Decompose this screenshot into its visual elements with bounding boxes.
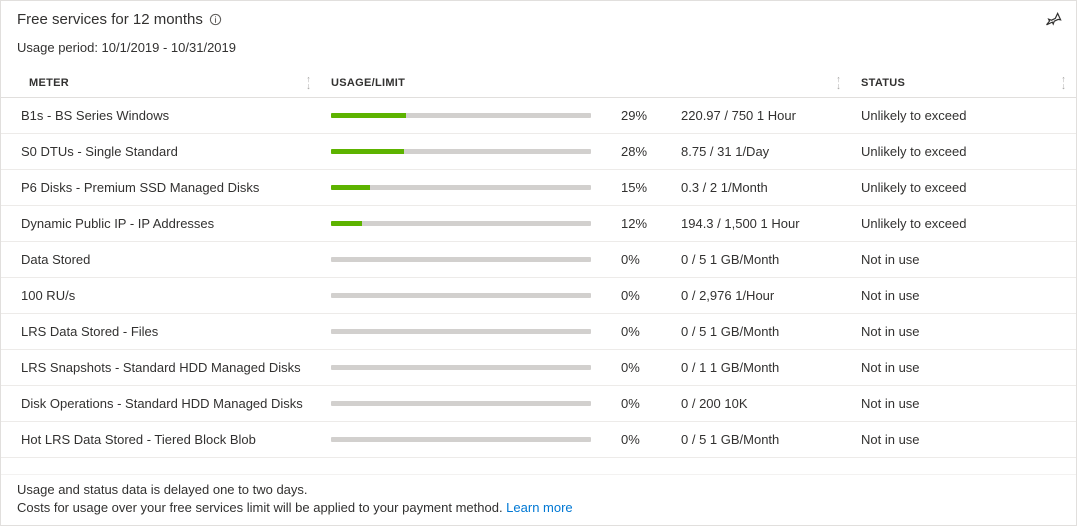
table-row: S0 DTUs - Single Standard 28%8.75 / 31 1/… <box>1 134 1076 170</box>
info-icon[interactable] <box>209 13 222 26</box>
progress-bar <box>331 221 591 226</box>
status-cell: Not in use <box>851 242 1076 278</box>
table-scroll-area[interactable]: Meter ↑↓ Usage/Limit ↑↓ Status ↑↓ B1s - … <box>1 69 1076 474</box>
meter-cell: LRS Snapshots - Standard HDD Managed Dis… <box>1 350 321 386</box>
progress-fill <box>331 149 404 154</box>
progress-bar <box>331 149 591 154</box>
column-header-status[interactable]: Status ↑↓ <box>851 69 1076 98</box>
meter-cell: LRS Data Stored - Files <box>1 314 321 350</box>
usage-cell: 0 / 1 1 GB/Month <box>671 350 851 386</box>
meter-cell: Data Stored <box>1 242 321 278</box>
usage-period: Usage period: 10/1/2019 - 10/31/2019 <box>17 40 1060 55</box>
footer-line1: Usage and status data is delayed one to … <box>17 481 1060 499</box>
table-row: Data Stored 0%0 / 5 1 GB/MonthNot in use <box>1 242 1076 278</box>
table-row: 100 RU/s 0%0 / 2,976 1/HourNot in use <box>1 278 1076 314</box>
progress-bar <box>331 257 591 262</box>
pin-icon[interactable] <box>1046 11 1062 27</box>
percent-cell: 0% <box>611 422 671 458</box>
column-label: Usage/Limit <box>331 77 405 89</box>
progress-cell <box>321 350 611 386</box>
panel-header: Free services for 12 months Usage period… <box>1 1 1076 59</box>
meter-cell: 100 RU/s <box>1 278 321 314</box>
column-label: Status <box>861 77 905 89</box>
progress-fill <box>331 185 370 190</box>
usage-cell: 194.3 / 1,500 1 Hour <box>671 206 851 242</box>
progress-bar <box>331 329 591 334</box>
learn-more-link[interactable]: Learn more <box>506 500 572 515</box>
progress-bar <box>331 401 591 406</box>
status-cell: Not in use <box>851 386 1076 422</box>
status-cell: Not in use <box>851 314 1076 350</box>
table-row: P6 Disks - Premium SSD Managed Disks 15%0… <box>1 170 1076 206</box>
progress-cell <box>321 206 611 242</box>
usage-cell: 8.75 / 31 1/Day <box>671 134 851 170</box>
column-label: Meter <box>29 77 69 89</box>
progress-bar <box>331 113 591 118</box>
progress-cell <box>321 170 611 206</box>
progress-cell <box>321 422 611 458</box>
progress-fill <box>331 221 362 226</box>
sort-icon: ↑↓ <box>306 76 311 90</box>
percent-cell: 28% <box>611 134 671 170</box>
progress-cell <box>321 98 611 134</box>
usage-cell: 0 / 5 1 GB/Month <box>671 314 851 350</box>
status-cell: Not in use <box>851 350 1076 386</box>
free-services-panel: Free services for 12 months Usage period… <box>0 0 1077 526</box>
progress-cell <box>321 278 611 314</box>
progress-fill <box>331 113 406 118</box>
table-row: Dynamic Public IP - IP Addresses 12%194.3… <box>1 206 1076 242</box>
sort-icon: ↑↓ <box>836 76 841 90</box>
percent-cell: 0% <box>611 242 671 278</box>
status-cell: Not in use <box>851 422 1076 458</box>
percent-cell: 12% <box>611 206 671 242</box>
progress-cell <box>321 134 611 170</box>
table-row: Disk Operations - Standard HDD Managed D… <box>1 386 1076 422</box>
usage-cell: 0.3 / 2 1/Month <box>671 170 851 206</box>
percent-cell: 0% <box>611 350 671 386</box>
status-cell: Unlikely to exceed <box>851 206 1076 242</box>
table-row: LRS Snapshots - Standard HDD Managed Dis… <box>1 350 1076 386</box>
meter-cell: Hot LRS Data Stored - Tiered Block Blob <box>1 422 321 458</box>
column-header-usage-limit[interactable]: Usage/Limit ↑↓ <box>321 69 851 98</box>
column-header-meter[interactable]: Meter ↑↓ <box>1 69 321 98</box>
progress-bar <box>331 365 591 370</box>
percent-cell: 29% <box>611 98 671 134</box>
usage-cell: 0 / 5 1 GB/Month <box>671 242 851 278</box>
footer-line2: Costs for usage over your free services … <box>17 499 1060 517</box>
panel-title: Free services for 12 months <box>17 11 203 28</box>
table-row: Hot LRS Data Stored - Tiered Block Blob 0… <box>1 422 1076 458</box>
status-cell: Unlikely to exceed <box>851 98 1076 134</box>
table-row: B1s - BS Series Windows 29%220.97 / 750 1… <box>1 98 1076 134</box>
percent-cell: 0% <box>611 314 671 350</box>
progress-cell <box>321 242 611 278</box>
status-cell: Not in use <box>851 278 1076 314</box>
footer-line2-text: Costs for usage over your free services … <box>17 500 506 515</box>
progress-bar <box>331 185 591 190</box>
progress-bar <box>331 293 591 298</box>
usage-cell: 0 / 2,976 1/Hour <box>671 278 851 314</box>
percent-cell: 0% <box>611 386 671 422</box>
table-row: LRS Data Stored - Files 0%0 / 5 1 GB/Mont… <box>1 314 1076 350</box>
panel-footer: Usage and status data is delayed one to … <box>1 474 1076 525</box>
percent-cell: 0% <box>611 278 671 314</box>
usage-cell: 0 / 5 1 GB/Month <box>671 422 851 458</box>
meter-cell: P6 Disks - Premium SSD Managed Disks <box>1 170 321 206</box>
meter-cell: B1s - BS Series Windows <box>1 98 321 134</box>
meter-cell: Dynamic Public IP - IP Addresses <box>1 206 321 242</box>
percent-cell: 15% <box>611 170 671 206</box>
progress-cell <box>321 386 611 422</box>
usage-cell: 220.97 / 750 1 Hour <box>671 98 851 134</box>
usage-cell: 0 / 200 10K <box>671 386 851 422</box>
meter-cell: S0 DTUs - Single Standard <box>1 134 321 170</box>
progress-bar <box>331 437 591 442</box>
progress-cell <box>321 314 611 350</box>
status-cell: Unlikely to exceed <box>851 134 1076 170</box>
sort-icon: ↑↓ <box>1061 76 1066 90</box>
status-cell: Unlikely to exceed <box>851 170 1076 206</box>
usage-table: Meter ↑↓ Usage/Limit ↑↓ Status ↑↓ B1s - … <box>1 69 1076 458</box>
meter-cell: Disk Operations - Standard HDD Managed D… <box>1 386 321 422</box>
